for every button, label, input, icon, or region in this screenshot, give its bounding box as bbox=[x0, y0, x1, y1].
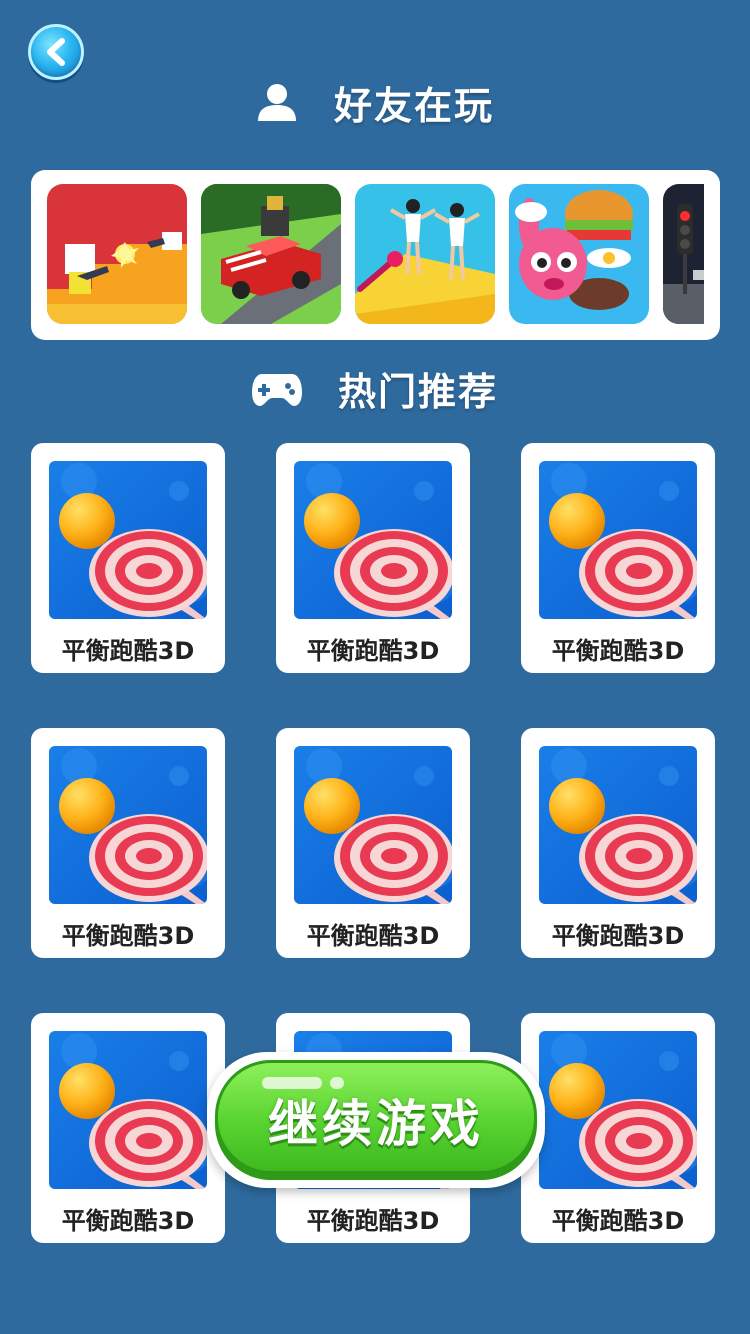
traffic-light-game-icon[interactable] bbox=[663, 184, 704, 324]
game-card[interactable]: 平衡跑酷3D bbox=[276, 728, 470, 958]
balance-ball-game-icon bbox=[49, 746, 207, 904]
game-card[interactable]: 平衡跑酷3D bbox=[521, 1013, 715, 1243]
game-card-label: 平衡跑酷3D bbox=[551, 922, 685, 950]
continue-game-button[interactable]: 继续游戏 bbox=[207, 1052, 545, 1188]
dancer-runner-game-icon[interactable] bbox=[355, 184, 495, 324]
continue-game-button-face: 继续游戏 bbox=[215, 1060, 537, 1180]
balance-ball-game-icon bbox=[294, 746, 452, 904]
back-arrow-icon bbox=[47, 38, 65, 66]
game-card-label: 平衡跑酷3D bbox=[306, 637, 440, 665]
game-card[interactable]: 平衡跑酷3D bbox=[31, 443, 225, 673]
burger-bunny-game-icon[interactable] bbox=[509, 184, 649, 324]
balance-ball-game-icon bbox=[539, 461, 697, 619]
hot-section-title: 热门推荐 bbox=[0, 358, 750, 418]
game-card-label: 平衡跑酷3D bbox=[551, 637, 685, 665]
balance-ball-game-icon bbox=[539, 1031, 697, 1189]
continue-game-label: 继续游戏 bbox=[268, 1095, 484, 1153]
game-card-label: 平衡跑酷3D bbox=[61, 637, 195, 665]
balance-ball-game-icon bbox=[49, 1031, 207, 1189]
hot-title-text: 热门推荐 bbox=[337, 369, 498, 414]
friends-section-title: 好友在玩 bbox=[0, 72, 750, 132]
game-card-label: 平衡跑酷3D bbox=[61, 922, 195, 950]
game-card[interactable]: 平衡跑酷3D bbox=[521, 443, 715, 673]
game-card[interactable]: 平衡跑酷3D bbox=[521, 728, 715, 958]
balance-ball-game-icon bbox=[539, 746, 697, 904]
gamepad-icon bbox=[251, 368, 302, 408]
balance-ball-game-icon bbox=[49, 461, 207, 619]
shooter-game-icon[interactable] bbox=[47, 184, 187, 324]
friends-title-text: 好友在玩 bbox=[333, 83, 494, 128]
game-card-label: 平衡跑酷3D bbox=[61, 1207, 195, 1235]
balance-ball-game-icon bbox=[294, 461, 452, 619]
friends-games-strip[interactable] bbox=[47, 184, 704, 326]
game-card-label: 平衡跑酷3D bbox=[306, 1207, 440, 1235]
friends-games-panel bbox=[31, 170, 720, 340]
game-card-label: 平衡跑酷3D bbox=[551, 1207, 685, 1235]
person-icon bbox=[256, 81, 298, 123]
game-card[interactable]: 平衡跑酷3D bbox=[276, 443, 470, 673]
game-card[interactable]: 平衡跑酷3D bbox=[31, 728, 225, 958]
car-turret-game-icon[interactable] bbox=[201, 184, 341, 324]
game-card[interactable]: 平衡跑酷3D bbox=[31, 1013, 225, 1243]
game-card-label: 平衡跑酷3D bbox=[306, 922, 440, 950]
